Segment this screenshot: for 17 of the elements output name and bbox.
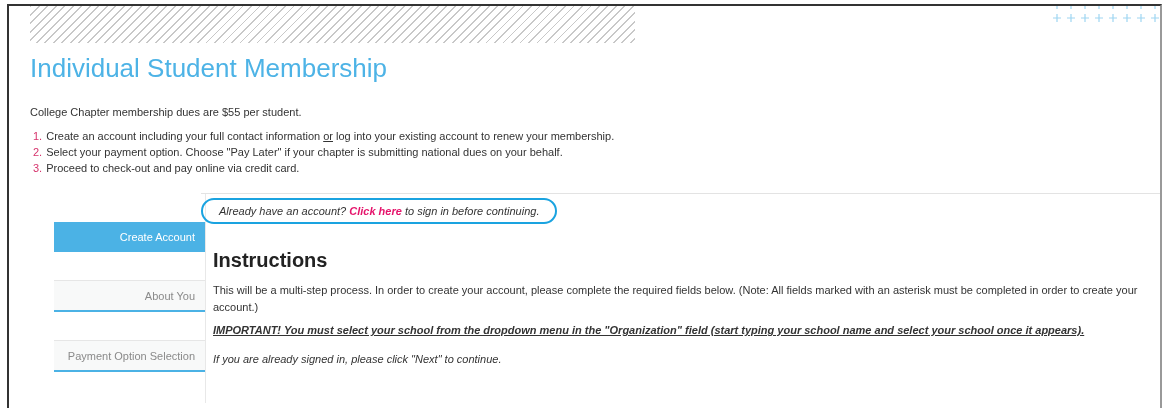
step-tab[interactable]: About You [54, 280, 205, 312]
sign-in-prompt: Already have an account? Click here to sign in before continuing. [201, 198, 558, 224]
step-number: 2. [33, 145, 43, 160]
step-text: Proceed to check-out and pay online via credit card. [46, 161, 300, 176]
signed-in-note: If you are already signed in, please click "Next" to continue. [213, 352, 503, 367]
sign-in-link[interactable]: Click here [349, 205, 402, 217]
page-title: Individual Student Membership [30, 53, 388, 84]
step-tab[interactable]: Create Account [54, 222, 205, 252]
dues-text: College Chapter membership dues are $55 per student. [30, 106, 303, 118]
step-text: Select your payment option. Choose "Pay Later" if your chapter is submitting national dues on your behalf. [46, 145, 563, 160]
step-number: 1. [33, 129, 43, 144]
step-number: 3. [33, 161, 43, 176]
step-text: Create an account including your full contact information or log into your existing account to renew your membership. [46, 129, 615, 144]
section-heading: Instructions [213, 249, 329, 272]
instructions-text: This will be a multi-step process. In order to create your account, please complete the required fields below. (Note: All fields marked with an asterisk must be completed in order to create your account.) [213, 283, 1139, 315]
important-notice: IMPORTANT! You must select your school from the dropdown menu in the "Organization" field (start typing your school name and select your school once it appears). [213, 323, 1086, 338]
step-tab[interactable]: Payment Option Selection [54, 340, 205, 372]
